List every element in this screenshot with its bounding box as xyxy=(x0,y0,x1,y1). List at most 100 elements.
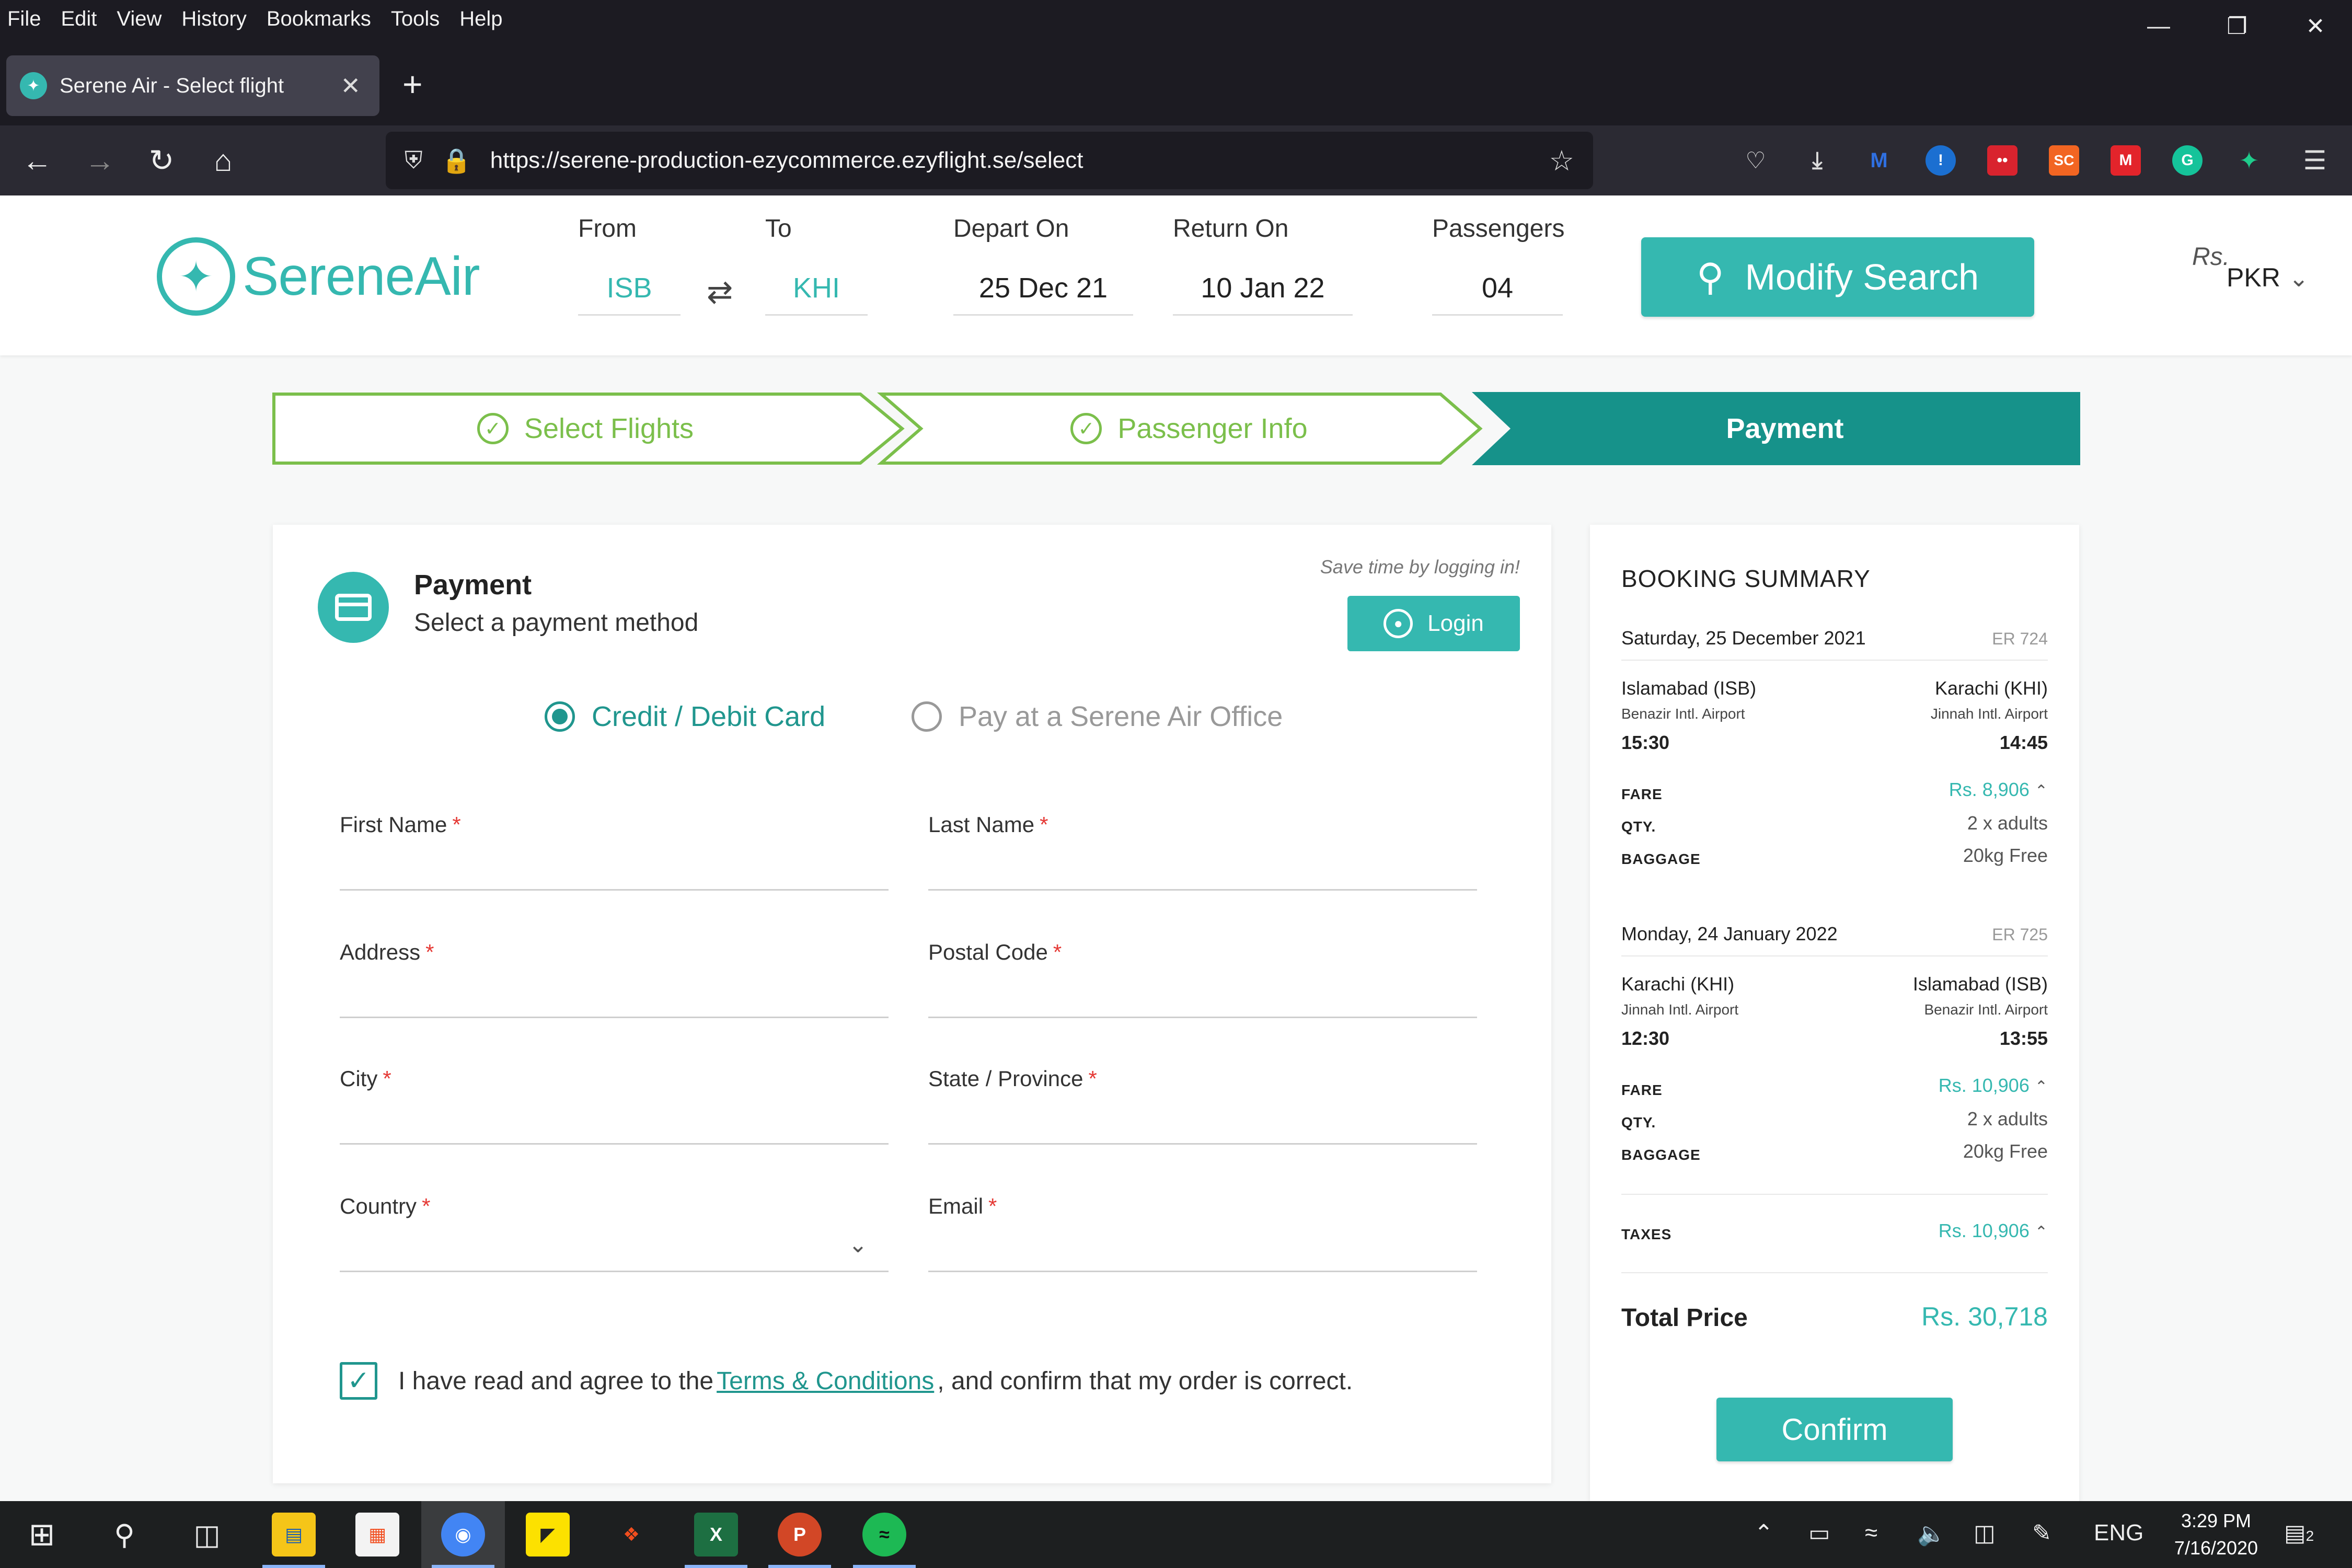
to-field[interactable]: To KHI xyxy=(765,214,868,316)
home-icon[interactable]: ⌂ xyxy=(204,141,243,180)
passengers-field[interactable]: Passengers 04 xyxy=(1432,214,1564,316)
country-label: Country xyxy=(340,1194,417,1218)
fare-toggle[interactable]: Rs. 8,906 ⌃ xyxy=(1949,779,2048,801)
serene-air-logo[interactable]: ✦ SereneAir xyxy=(157,237,480,316)
bookmark-star-icon[interactable]: ☆ xyxy=(1549,144,1574,177)
return-value[interactable]: 10 Jan 22 xyxy=(1173,263,1353,316)
method-office-option[interactable]: Pay at a Serene Air Office xyxy=(912,700,1283,733)
notifications-icon[interactable]: ▤2 xyxy=(2284,1520,2314,1547)
tab-serene-air[interactable]: ✦ Serene Air - Select flight ✕ xyxy=(6,55,379,116)
store-icon[interactable]: ▦ xyxy=(355,1513,399,1557)
spotify-icon[interactable]: ≈ xyxy=(862,1513,906,1557)
windows-start-icon[interactable]: ⊞ xyxy=(20,1513,64,1557)
menu-icon[interactable]: ☰ xyxy=(2300,145,2330,176)
required-mark: * xyxy=(1088,1066,1097,1091)
show-hidden-icons[interactable]: ⌃ xyxy=(1754,1520,1773,1547)
depart-field[interactable]: Depart On 25 Dec 21 xyxy=(953,214,1133,316)
terms-checkbox[interactable]: ✓ xyxy=(340,1362,377,1400)
task-view-icon[interactable]: ◫ xyxy=(185,1513,229,1557)
return-field[interactable]: Return On 10 Jan 22 xyxy=(1173,214,1353,316)
lock-icon[interactable]: 🔒 xyxy=(442,146,471,175)
wifi-icon[interactable]: ≈ xyxy=(1865,1520,1877,1546)
ext-red2-icon[interactable]: M xyxy=(2111,145,2141,176)
depart-value[interactable]: 25 Dec 21 xyxy=(953,263,1133,316)
language-indicator[interactable]: ENG xyxy=(2094,1520,2143,1546)
menu-history[interactable]: History xyxy=(181,7,246,31)
radio-office[interactable] xyxy=(912,701,942,732)
modify-search-button[interactable]: ⚲ Modify Search xyxy=(1641,237,2034,317)
figma-icon[interactable]: ❖ xyxy=(609,1513,653,1557)
modify-search-label: Modify Search xyxy=(1745,257,1979,297)
reload-icon[interactable]: ↻ xyxy=(142,141,181,180)
close-tab-icon[interactable]: ✕ xyxy=(340,72,361,100)
chrome-icon[interactable]: ◉ xyxy=(441,1513,485,1557)
menu-bookmarks[interactable]: Bookmarks xyxy=(267,7,371,31)
first-name-field[interactable]: First Name * xyxy=(340,812,889,891)
chevron-down-icon[interactable]: ⌄ xyxy=(848,1231,868,1258)
required-mark: * xyxy=(1040,812,1048,837)
shield-icon[interactable]: ⛨ xyxy=(405,146,423,175)
from-label: From xyxy=(578,215,637,243)
passengers-value[interactable]: 04 xyxy=(1432,263,1563,316)
step-select-flights[interactable]: ✓ Select Flights xyxy=(272,392,899,465)
email-field[interactable]: Email * xyxy=(928,1194,1477,1272)
from-value[interactable]: ISB xyxy=(578,263,681,316)
method-card-option[interactable]: Credit / Debit Card xyxy=(545,700,825,733)
sticky-notes-icon[interactable]: ◤ xyxy=(526,1513,570,1557)
radio-card[interactable] xyxy=(545,701,575,732)
lastpass-icon[interactable]: ! xyxy=(1926,145,1956,176)
currency-selector[interactable]: PKR ⌄ xyxy=(2227,262,2309,293)
battery-icon[interactable]: ▭ xyxy=(1808,1520,1830,1547)
menu-help[interactable]: Help xyxy=(459,7,502,31)
required-mark: * xyxy=(383,1066,391,1091)
qty-value: 2 x adults xyxy=(1967,1108,2048,1129)
login-button[interactable]: ● Login xyxy=(1347,596,1520,651)
city-field[interactable]: City * xyxy=(340,1066,889,1145)
ext-red-icon[interactable]: •• xyxy=(1987,145,2017,176)
country-select[interactable]: Country * ⌄ xyxy=(340,1194,889,1272)
postal-code-field[interactable]: Postal Code * xyxy=(928,940,1477,1018)
fare-toggle[interactable]: Rs. 10,906 ⌃ xyxy=(1939,1075,2048,1097)
address-bar[interactable]: ⛨ 🔒 https://serene-production-ezycommerc… xyxy=(386,132,1593,189)
terms-agreement: ✓ I have read and agree to the Terms & C… xyxy=(340,1362,1353,1400)
pen-icon[interactable]: ✎ xyxy=(2032,1520,2051,1547)
url-text[interactable]: https://serene-production-ezycommerce.ez… xyxy=(490,147,1549,174)
download-icon[interactable]: ⤓ xyxy=(1802,145,1832,176)
bird-icon: ✦ xyxy=(157,237,235,316)
from-field[interactable]: From ISB xyxy=(578,214,681,316)
menu-view[interactable]: View xyxy=(117,7,162,31)
terms-link[interactable]: Terms & Conditions xyxy=(717,1367,934,1396)
powerpoint-icon[interactable]: P xyxy=(778,1513,822,1557)
menu-file[interactable]: File xyxy=(7,7,41,31)
chevron-up-icon: ⌃ xyxy=(2034,782,2048,800)
sc-icon[interactable]: SC xyxy=(2049,145,2079,176)
payment-subtitle: Select a payment method xyxy=(414,609,699,637)
file-explorer-icon[interactable]: ▤ xyxy=(272,1513,316,1557)
display-icon[interactable]: ◫ xyxy=(1974,1520,1996,1547)
step-passenger-info[interactable]: ✓ Passenger Info xyxy=(899,392,1479,465)
malwarebytes-icon[interactable]: M xyxy=(1864,145,1894,176)
confirm-button[interactable]: Confirm xyxy=(1716,1398,1953,1461)
divider xyxy=(1621,1194,2048,1195)
volume-icon[interactable]: 🔈 xyxy=(1917,1520,1946,1547)
pocket-icon[interactable]: ♡ xyxy=(1740,145,1771,176)
baggage-value: 20kg Free xyxy=(1963,845,2048,866)
menu-tools[interactable]: Tools xyxy=(391,7,440,31)
forward-icon[interactable]: → xyxy=(80,141,119,180)
grammarly-icon[interactable]: G xyxy=(2172,145,2203,176)
state-field[interactable]: State / Province * xyxy=(928,1066,1477,1145)
menu-edit[interactable]: Edit xyxy=(61,7,97,31)
step-payment[interactable]: Payment xyxy=(1490,392,2080,465)
excel-icon[interactable]: X xyxy=(694,1513,738,1557)
taxes-toggle[interactable]: Rs. 10,906 ⌃ xyxy=(1939,1220,2048,1242)
back-icon[interactable]: ← xyxy=(18,141,56,180)
new-tab-icon[interactable]: + xyxy=(402,66,423,102)
address-field[interactable]: Address * xyxy=(340,940,889,1018)
swap-icon[interactable]: ⇄ xyxy=(707,274,733,310)
clock[interactable]: 3:29 PM 7/16/2020 xyxy=(2159,1507,2274,1562)
search-icon[interactable]: ⚲ xyxy=(102,1513,146,1557)
state-label: State / Province xyxy=(928,1066,1083,1091)
last-name-field[interactable]: Last Name * xyxy=(928,812,1477,891)
ext-green-icon[interactable]: ✦ xyxy=(2234,145,2264,176)
to-value[interactable]: KHI xyxy=(765,263,868,316)
